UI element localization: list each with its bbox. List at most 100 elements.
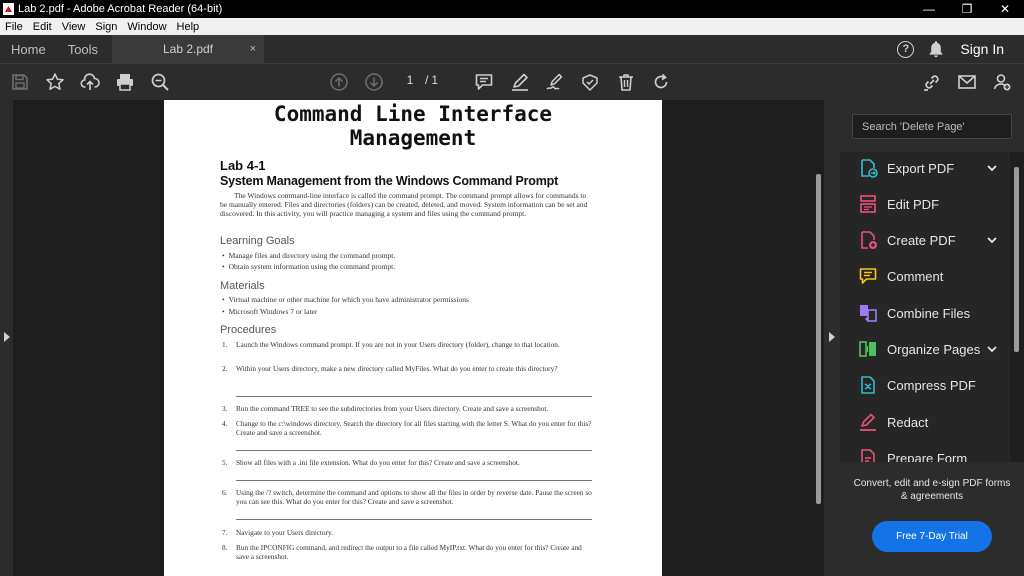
combine-files-icon xyxy=(858,303,878,323)
account-area: ? Sign In xyxy=(897,35,1024,63)
acrobat-window: Lab 2.pdf - Adobe Acrobat Reader (64-bit… xyxy=(0,0,1024,576)
menu-view[interactable]: View xyxy=(57,21,91,33)
print-icon[interactable] xyxy=(115,72,135,92)
add-user-share-icon[interactable] xyxy=(992,72,1012,92)
step-number: 8. xyxy=(222,543,228,552)
close-tab-icon[interactable]: × xyxy=(250,43,256,55)
procedure-step: 3. Run the command TREE to see the subdi… xyxy=(222,404,594,413)
tool-prepare-form[interactable]: Prepare Form xyxy=(858,447,967,462)
compress-pdf-icon xyxy=(858,375,878,395)
menu-sign[interactable]: Sign xyxy=(90,21,122,33)
chevron-down-icon[interactable] xyxy=(986,343,998,355)
promo-text: Convert, edit and e-sign PDF forms & agr… xyxy=(853,478,1011,502)
procedure-step: 2. Within your Users directory, make a n… xyxy=(222,364,594,373)
bookmark-star-icon[interactable] xyxy=(45,72,65,92)
document-viewer: Command Line Interface Management Lab 4-… xyxy=(0,100,840,576)
step-text: Launch the Windows command prompt. If yo… xyxy=(236,340,560,349)
close-window-button[interactable]: ✕ xyxy=(986,0,1024,18)
next-page-icon[interactable] xyxy=(364,72,384,92)
right-pane-toggle[interactable] xyxy=(824,100,840,576)
menu-help[interactable]: Help xyxy=(172,21,205,33)
zoom-search-icon[interactable] xyxy=(150,72,170,92)
add-comment-icon[interactable] xyxy=(474,72,494,92)
sign-in-button[interactable]: Sign In xyxy=(960,41,1004,57)
create-pdf-icon xyxy=(858,230,878,250)
step-number: 3. xyxy=(222,404,228,413)
toolbar: 1 / 1 xyxy=(0,63,1024,100)
tool-export-pdf[interactable]: Export PDF xyxy=(858,157,997,179)
scrollbar-thumb[interactable] xyxy=(1014,167,1019,352)
answer-line xyxy=(236,396,592,397)
upload-cloud-icon[interactable] xyxy=(80,72,100,92)
step-text: Show all files with a .ini file extensio… xyxy=(236,458,520,467)
step-text: Change to the c:\windows directory. Sear… xyxy=(236,419,592,437)
window-title: Lab 2.pdf - Adobe Acrobat Reader (64-bit… xyxy=(18,3,223,15)
step-number: 5. xyxy=(222,458,228,467)
tab-document[interactable]: Lab 2.pdf × xyxy=(112,35,264,63)
procedure-step: 7. Navigate to your Users directory. xyxy=(222,528,594,537)
procedure-step: 4. Change to the c:\windows directory. S… xyxy=(222,419,594,437)
page-navigator: 1 / 1 xyxy=(398,73,438,87)
tools-search-input[interactable]: Search 'Delete Page' xyxy=(852,114,1012,139)
rotate-icon[interactable] xyxy=(651,72,671,92)
tool-label: Comment xyxy=(887,268,944,284)
learning-goals-heading: Learning Goals xyxy=(220,235,295,247)
chevron-down-icon[interactable] xyxy=(986,162,998,174)
save-icon[interactable] xyxy=(10,72,30,92)
tool-create-pdf[interactable]: Create PDF xyxy=(858,229,997,251)
menu-file[interactable]: File xyxy=(0,21,28,33)
highlight-pen-icon[interactable] xyxy=(510,72,530,92)
step-number: 4. xyxy=(222,419,228,428)
expand-left-arrow-icon[interactable] xyxy=(4,332,10,342)
title-bar: Lab 2.pdf - Adobe Acrobat Reader (64-bit… xyxy=(0,0,1024,18)
tool-label: Prepare Form xyxy=(887,450,968,463)
acrobat-logo-icon xyxy=(3,3,14,15)
left-pane-toggle[interactable] xyxy=(0,100,13,576)
free-trial-button[interactable]: Free 7-Day Trial xyxy=(872,521,992,552)
material-item: Microsoft Windows 7 or later xyxy=(222,307,318,316)
step-text: Run the IPCONFIG command, and redirect t… xyxy=(236,543,582,561)
menu-edit[interactable]: Edit xyxy=(28,21,57,33)
scrollbar-thumb[interactable] xyxy=(816,174,821,504)
notification-bell-icon[interactable] xyxy=(928,40,944,58)
tool-combine-files[interactable]: Combine Files xyxy=(858,302,970,324)
tool-edit-pdf[interactable]: Edit PDF xyxy=(858,193,939,215)
procedure-step: 8. Run the IPCONFIG command, and redirec… xyxy=(222,543,594,561)
collapse-right-arrow-icon[interactable] xyxy=(829,332,835,342)
previous-page-icon[interactable] xyxy=(329,72,349,92)
tool-comment[interactable]: Comment xyxy=(858,265,943,287)
tool-label: Organize Pages xyxy=(887,341,981,357)
tools-scrollbar[interactable] xyxy=(1010,152,1024,462)
tool-compress-pdf[interactable]: Compress PDF xyxy=(858,374,976,396)
answer-line xyxy=(236,519,592,520)
step-text: Within your Users directory, make a new … xyxy=(236,364,558,373)
draw-sign-icon[interactable] xyxy=(545,72,565,92)
delete-trash-icon[interactable] xyxy=(616,72,636,92)
procedure-step: 6. Using the /? switch, determine the co… xyxy=(222,488,594,506)
answer-line xyxy=(236,450,592,451)
minimize-button[interactable]: — xyxy=(910,0,948,18)
maximize-button[interactable]: ❐ xyxy=(948,0,986,18)
step-text: Navigate to your Users directory. xyxy=(236,528,333,537)
tab-tools[interactable]: Tools xyxy=(57,42,109,57)
tool-label: Compress PDF xyxy=(887,377,976,393)
export-pdf-icon xyxy=(858,158,878,178)
procedure-step: 5. Show all files with a .ini file exten… xyxy=(222,458,594,467)
page-title-line1: Command Line Interface xyxy=(273,102,553,126)
tools-pane: Search 'Delete Page' Export PDF Edit PDF xyxy=(840,100,1024,576)
menu-window[interactable]: Window xyxy=(122,21,171,33)
tab-home[interactable]: Home xyxy=(0,42,57,57)
email-icon[interactable] xyxy=(957,72,977,92)
share-link-icon[interactable] xyxy=(922,72,942,92)
tool-redact[interactable]: Redact xyxy=(858,411,928,433)
tool-label: Redact xyxy=(887,414,929,430)
current-page-input[interactable]: 1 xyxy=(398,73,422,87)
document-scrollbar[interactable] xyxy=(812,100,824,576)
chevron-down-icon[interactable] xyxy=(986,234,998,246)
procedure-step: 1. Launch the Windows command prompt. If… xyxy=(222,340,594,349)
help-icon[interactable]: ? xyxy=(897,40,915,58)
answer-line xyxy=(236,480,592,481)
tool-organize-pages[interactable]: Organize Pages xyxy=(858,338,997,360)
fill-sign-icon[interactable] xyxy=(580,72,600,92)
tool-label: Create PDF xyxy=(887,232,956,248)
